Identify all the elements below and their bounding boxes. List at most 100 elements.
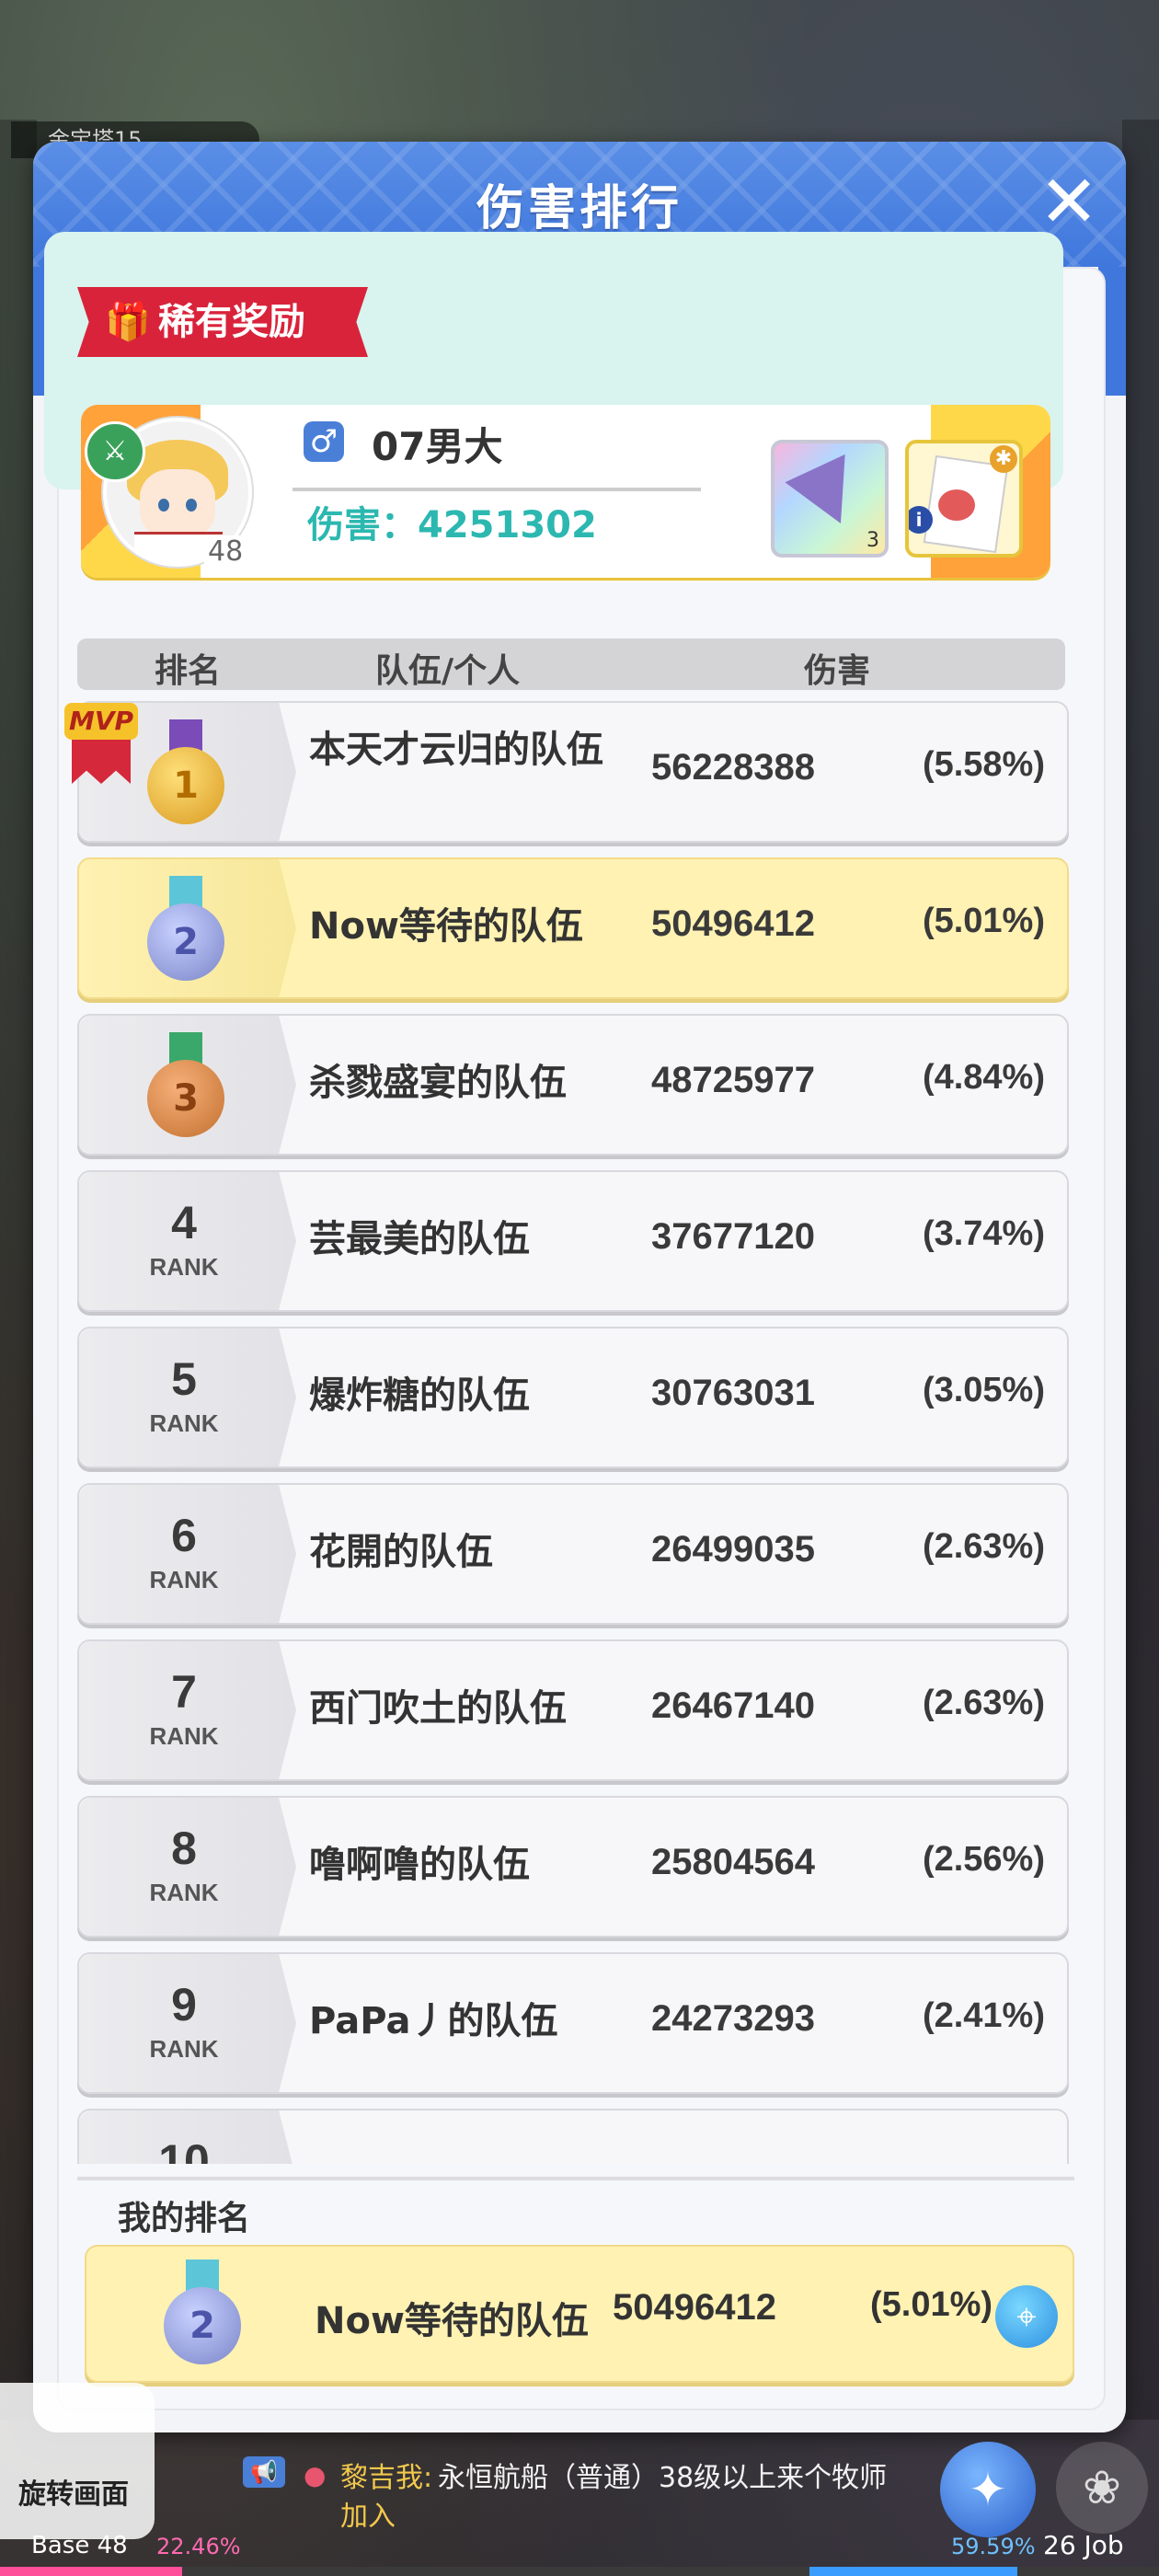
player-name: 07男大	[372, 424, 503, 469]
team-name: 西门吹土的队伍	[309, 1687, 567, 1730]
rank-word: RANK	[149, 1253, 219, 1281]
mvp-badge: MVP	[64, 703, 138, 795]
game-right-hud	[1122, 120, 1159, 2420]
rank-word: RANK	[149, 1722, 219, 1750]
chat-sender[interactable]: 黎吉我:	[340, 2455, 432, 2495]
rare-reward-label: 稀有奖励	[158, 301, 305, 343]
team-damage: 48725977	[651, 1060, 815, 1100]
team-name: 杀戮盛宴的队伍	[309, 1062, 567, 1104]
ranking-row-2[interactable]: 2 Now等待的队伍 50496412 (5.01%)	[77, 857, 1069, 999]
ranking-row-6[interactable]: 6 RANK 花開的队伍 26499035 (2.63%)	[77, 1483, 1069, 1625]
rank-word: RANK	[149, 1409, 219, 1437]
game-left-hud	[0, 120, 37, 2420]
divider	[293, 488, 701, 491]
team-damage: 26499035	[651, 1529, 815, 1570]
rare-reward-banner: 🎁 稀有奖励	[77, 287, 368, 357]
ranking-table-header: 排名 队伍/个人 伤害	[77, 638, 1065, 690]
star-icon: ✱	[990, 445, 1017, 473]
ranking-row-1[interactable]: 1 本天才云归的队伍 56228388 (5.58%)	[77, 701, 1069, 843]
my-rank-label: 我的排名	[118, 2200, 251, 2237]
rank-word: RANK	[149, 1879, 219, 1906]
item-count: 3	[866, 529, 879, 552]
ranking-row-9[interactable]: 9 RANK PaPa丿的队伍 24273293 (2.41%)	[77, 1952, 1069, 2094]
male-icon: ♂	[304, 421, 344, 462]
base-level: Base 48	[31, 2532, 128, 2559]
rank-number: 8	[171, 1823, 197, 1874]
my-team-damage: 50496412	[613, 2287, 776, 2328]
reward-item-card[interactable]: ✱ i	[905, 440, 1023, 558]
team-name: 花開的队伍	[309, 1531, 493, 1573]
close-icon[interactable]: ✕	[1030, 164, 1107, 241]
team-damage: 56228388	[651, 747, 815, 788]
chat-message: 永恒航船（普通）38级以上来个牧师	[438, 2462, 888, 2494]
silver-medal-icon: 2	[143, 876, 228, 984]
team-percent: (3.05%)	[922, 1371, 1045, 1409]
avatar-level: 48	[204, 535, 247, 568]
base-exp-fill	[0, 2567, 182, 2576]
rank-number: 6	[171, 1510, 197, 1561]
team-percent: (5.01%)	[922, 902, 1045, 940]
rotate-screen-label: 旋转画面	[18, 2478, 129, 2511]
mvp-label: MVP	[64, 703, 138, 740]
silver-medal-icon: 2	[160, 2260, 245, 2368]
job-exp-fill	[809, 2567, 1018, 2576]
team-percent: (5.58%)	[922, 745, 1045, 784]
rank-number: 10	[158, 2135, 210, 2164]
base-exp-percent: 22.46%	[156, 2534, 241, 2559]
megaphone-icon[interactable]: 📢	[243, 2456, 285, 2488]
locate-icon[interactable]: ⌖	[995, 2285, 1058, 2348]
pet-icon[interactable]: ❀	[1056, 2442, 1148, 2534]
rank-number: 5	[171, 1353, 197, 1405]
job-exp-percent: 59.59%	[951, 2534, 1036, 2559]
ranking-row-10[interactable]: 10	[77, 2109, 1069, 2164]
location-pin-icon: ●	[304, 2460, 327, 2490]
header-damage: 伤害	[804, 652, 871, 690]
my-team-percent: (5.01%)	[870, 2285, 993, 2324]
chat-join-link[interactable]: 加入	[340, 2493, 396, 2534]
ranking-list[interactable]: 1 本天才云归的队伍 56228388 (5.58%) 2 Now等待的队伍 5…	[77, 701, 1073, 2164]
class-badge-icon: ⚔	[85, 421, 145, 482]
team-percent: (2.63%)	[922, 1527, 1045, 1566]
team-damage: 26467140	[651, 1685, 815, 1726]
skill-icon[interactable]: ✦	[940, 2442, 1036, 2537]
team-name: Now等待的队伍	[309, 905, 583, 948]
team-damage: 50496412	[651, 903, 815, 944]
gold-medal-icon: 1	[143, 719, 228, 828]
team-damage: 25804564	[651, 1842, 815, 1882]
rank-word: RANK	[149, 1566, 219, 1593]
rank-number: 9	[171, 1979, 197, 2030]
rank-number: 7	[171, 1666, 197, 1718]
team-name: 噜啊噜的队伍	[309, 1844, 530, 1886]
team-damage: 37677120	[651, 1216, 815, 1257]
team-name: 爆炸糖的队伍	[309, 1374, 530, 1417]
divider	[77, 2177, 1074, 2180]
ranking-row-3[interactable]: 3 杀戮盛宴的队伍 48725977 (4.84%)	[77, 1014, 1069, 1156]
ranking-row-4[interactable]: 4 RANK 芸最美的队伍 37677120 (3.74%)	[77, 1170, 1069, 1312]
team-percent: (2.63%)	[922, 1684, 1045, 1722]
my-rank-row[interactable]: 2 Now等待的队伍 50496412 (5.01%) ⌖	[85, 2245, 1074, 2383]
rotate-screen-button[interactable]	[0, 2383, 155, 2539]
crystal-item-icon	[785, 454, 871, 538]
modal-title: 伤害排行	[476, 182, 683, 236]
bronze-medal-icon: 3	[143, 1032, 228, 1141]
ranking-row-7[interactable]: 7 RANK 西门吹土的队伍 26467140 (2.63%)	[77, 1639, 1069, 1781]
team-percent: (2.56%)	[922, 1840, 1045, 1879]
team-percent: (4.84%)	[922, 1058, 1045, 1097]
team-name: 本天才云归的队伍	[309, 729, 603, 771]
gift-icon: 🎁	[105, 301, 151, 343]
job-level: 26 Job	[1043, 2530, 1124, 2560]
team-name: PaPa丿的队伍	[309, 2000, 558, 2042]
ranking-row-5[interactable]: 5 RANK 爆炸糖的队伍 30763031 (3.05%)	[77, 1327, 1069, 1468]
header-team: 队伍/个人	[375, 652, 521, 690]
rank-word: RANK	[149, 2035, 219, 2063]
rank-number: 4	[171, 1197, 197, 1248]
team-damage: 30763031	[651, 1373, 815, 1413]
header-rank: 排名	[155, 652, 222, 690]
my-team-name: Now等待的队伍	[315, 2300, 589, 2342]
ranking-row-8[interactable]: 8 RANK 噜啊噜的队伍 25804564 (2.56%)	[77, 1796, 1069, 1938]
reward-item-crystal[interactable]: 3	[771, 440, 889, 558]
team-damage: 24273293	[651, 1998, 815, 2039]
team-percent: (3.74%)	[922, 1214, 1045, 1253]
team-percent: (2.41%)	[922, 1996, 1045, 2035]
player-damage: 伤害：4251302	[307, 504, 597, 546]
